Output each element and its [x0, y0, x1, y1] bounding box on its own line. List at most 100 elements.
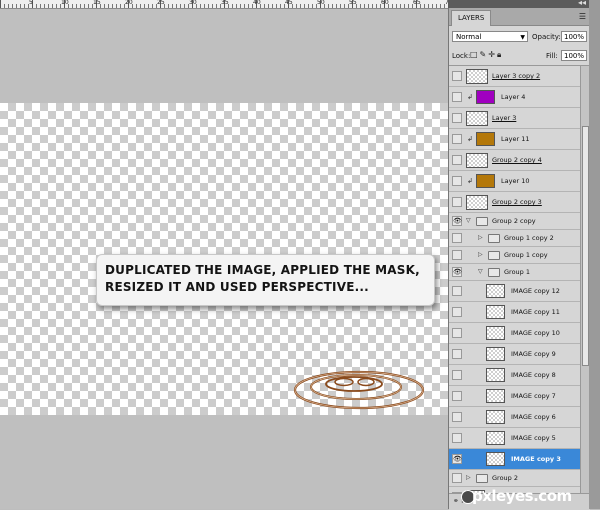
ruler-tick: [116, 4, 117, 8]
expand-down-icon[interactable]: ▽: [478, 268, 483, 275]
layer-name: Layer 11: [501, 135, 530, 143]
layer-row[interactable]: IMAGE copy 10: [449, 323, 580, 344]
ruler-tick: [236, 4, 237, 8]
layer-name: IMAGE copy 10: [511, 329, 560, 337]
layer-row[interactable]: Group 2 copy 4: [449, 150, 580, 171]
layer-row[interactable]: IMAGE copy 11: [449, 302, 580, 323]
visibility-eye-icon[interactable]: [452, 71, 462, 81]
visibility-eye-icon[interactable]: 👁︎: [452, 454, 462, 464]
layer-thumbnail[interactable]: [486, 326, 505, 340]
expand-down-icon[interactable]: ▽: [466, 217, 471, 224]
layer-name: IMAGE copy 5: [511, 434, 556, 442]
layer-group-row[interactable]: 👁︎ ▽ Group 2 copy: [449, 213, 580, 230]
layer-thumbnail[interactable]: [486, 347, 505, 361]
expand-right-icon[interactable]: ▷: [478, 234, 483, 241]
visibility-eye-icon[interactable]: 👁︎: [452, 216, 462, 226]
visibility-eye-icon[interactable]: [452, 155, 462, 165]
layer-row[interactable]: ↲ Layer 4: [449, 87, 580, 108]
ruler-tick: [180, 4, 181, 8]
tab-layers[interactable]: LAYERS: [451, 10, 492, 26]
panel-menu-icon[interactable]: ☰: [579, 12, 586, 21]
layer-group-row[interactable]: ▷ Group 2: [449, 470, 580, 487]
visibility-eye-icon[interactable]: [452, 286, 462, 296]
layer-row[interactable]: IMAGE copy 6: [449, 407, 580, 428]
visibility-eye-icon[interactable]: 👁︎: [452, 267, 462, 277]
layer-thumbnail[interactable]: [486, 389, 505, 403]
layer-thumbnail[interactable]: [486, 368, 505, 382]
ruler-tick: [168, 4, 169, 8]
visibility-eye-icon[interactable]: [452, 349, 462, 359]
layer-thumbnail[interactable]: [466, 152, 488, 168]
folder-icon: [488, 268, 500, 277]
blend-mode-select[interactable]: Normal ▼: [452, 31, 528, 42]
scrollbar-thumb[interactable]: [582, 126, 589, 366]
fill-field[interactable]: 100%: [561, 50, 587, 61]
opacity-field[interactable]: 100%: [561, 31, 587, 42]
expand-right-icon[interactable]: ▷: [466, 474, 471, 481]
layer-thumbnail[interactable]: [476, 132, 495, 146]
layer-row[interactable]: Group 2 copy 3: [449, 192, 580, 213]
clipping-mask-icon: ↲: [467, 135, 473, 143]
visibility-eye-icon[interactable]: [452, 92, 462, 102]
visibility-eye-icon[interactable]: [452, 433, 462, 443]
layer-row[interactable]: IMAGE copy 12: [449, 281, 580, 302]
ruler-tick: [272, 4, 273, 8]
collapse-icon[interactable]: ◂◂: [578, 0, 586, 7]
visibility-eye-icon[interactable]: [452, 113, 462, 123]
layer-thumbnail[interactable]: [466, 194, 488, 210]
visibility-eye-icon[interactable]: [452, 391, 462, 401]
layer-thumbnail[interactable]: [466, 110, 488, 126]
layer-row[interactable]: ↲ Layer 10: [449, 171, 580, 192]
ruler-tick: [8, 4, 9, 8]
expand-right-icon[interactable]: ▷: [478, 251, 483, 258]
visibility-eye-icon[interactable]: [452, 197, 462, 207]
layer-row[interactable]: Layer 3 copy 2: [449, 66, 580, 87]
fill-label: Fill:: [546, 52, 558, 60]
ruler-tick: [0, 0, 1, 8]
ruler-tick: [72, 4, 73, 8]
visibility-eye-icon[interactable]: [452, 307, 462, 317]
visibility-eye-icon[interactable]: [452, 328, 462, 338]
visibility-eye-icon[interactable]: [452, 473, 462, 483]
ruler-label: 10: [61, 0, 69, 6]
ruler-tick: [300, 4, 301, 8]
ruler-label: 15: [93, 0, 101, 6]
folder-icon: [488, 251, 500, 260]
layer-group-row[interactable]: 👁︎ ▽ Group 1: [449, 264, 580, 281]
visibility-eye-icon[interactable]: [452, 134, 462, 144]
layer-thumbnail[interactable]: [486, 305, 505, 319]
layer-name: IMAGE copy 11: [511, 308, 560, 316]
layer-thumbnail[interactable]: [466, 68, 488, 84]
visibility-eye-icon[interactable]: [452, 176, 462, 186]
layer-group-row[interactable]: ▷ Group 1 copy 2: [449, 230, 580, 247]
ruler-tick: [404, 4, 405, 8]
ruler-label: 20: [125, 0, 133, 6]
layer-row[interactable]: IMAGE copy 8: [449, 365, 580, 386]
ruler-tick: [344, 4, 345, 8]
chevron-down-icon: ▼: [520, 34, 525, 41]
ruler-tick: [24, 4, 25, 8]
layer-row[interactable]: IMAGE copy 5: [449, 428, 580, 449]
layer-thumbnail[interactable]: [476, 174, 495, 188]
layer-list[interactable]: Layer 3 copy 2 ↲ Layer 4 Layer 3 ↲ Layer 11 Gr…: [449, 65, 590, 494]
layer-thumbnail[interactable]: [476, 90, 495, 104]
layer-row[interactable]: IMAGE copy 9: [449, 344, 580, 365]
ruler-tick: [84, 4, 85, 8]
ruler-label: 5: [29, 0, 33, 6]
visibility-eye-icon[interactable]: [452, 412, 462, 422]
visibility-eye-icon[interactable]: [452, 250, 462, 260]
ruler-tick: [152, 4, 153, 8]
layer-row[interactable]: ↲ Layer 11: [449, 129, 580, 150]
layer-group-row[interactable]: ▷ Group 1 copy: [449, 247, 580, 264]
visibility-eye-icon[interactable]: [452, 233, 462, 243]
layer-thumbnail[interactable]: [486, 284, 505, 298]
layer-thumbnail[interactable]: [486, 452, 505, 466]
layer-row[interactable]: Layer 3: [449, 108, 580, 129]
layer-row[interactable]: 👁︎ IMAGE copy 3: [449, 449, 580, 470]
layer-row[interactable]: IMAGE copy 7: [449, 386, 580, 407]
layer-thumbnail[interactable]: [486, 431, 505, 445]
lock-icons[interactable]: □✎✛🔒︎: [470, 50, 503, 60]
ruler-tick: [360, 4, 361, 8]
visibility-eye-icon[interactable]: [452, 370, 462, 380]
layer-thumbnail[interactable]: [486, 410, 505, 424]
